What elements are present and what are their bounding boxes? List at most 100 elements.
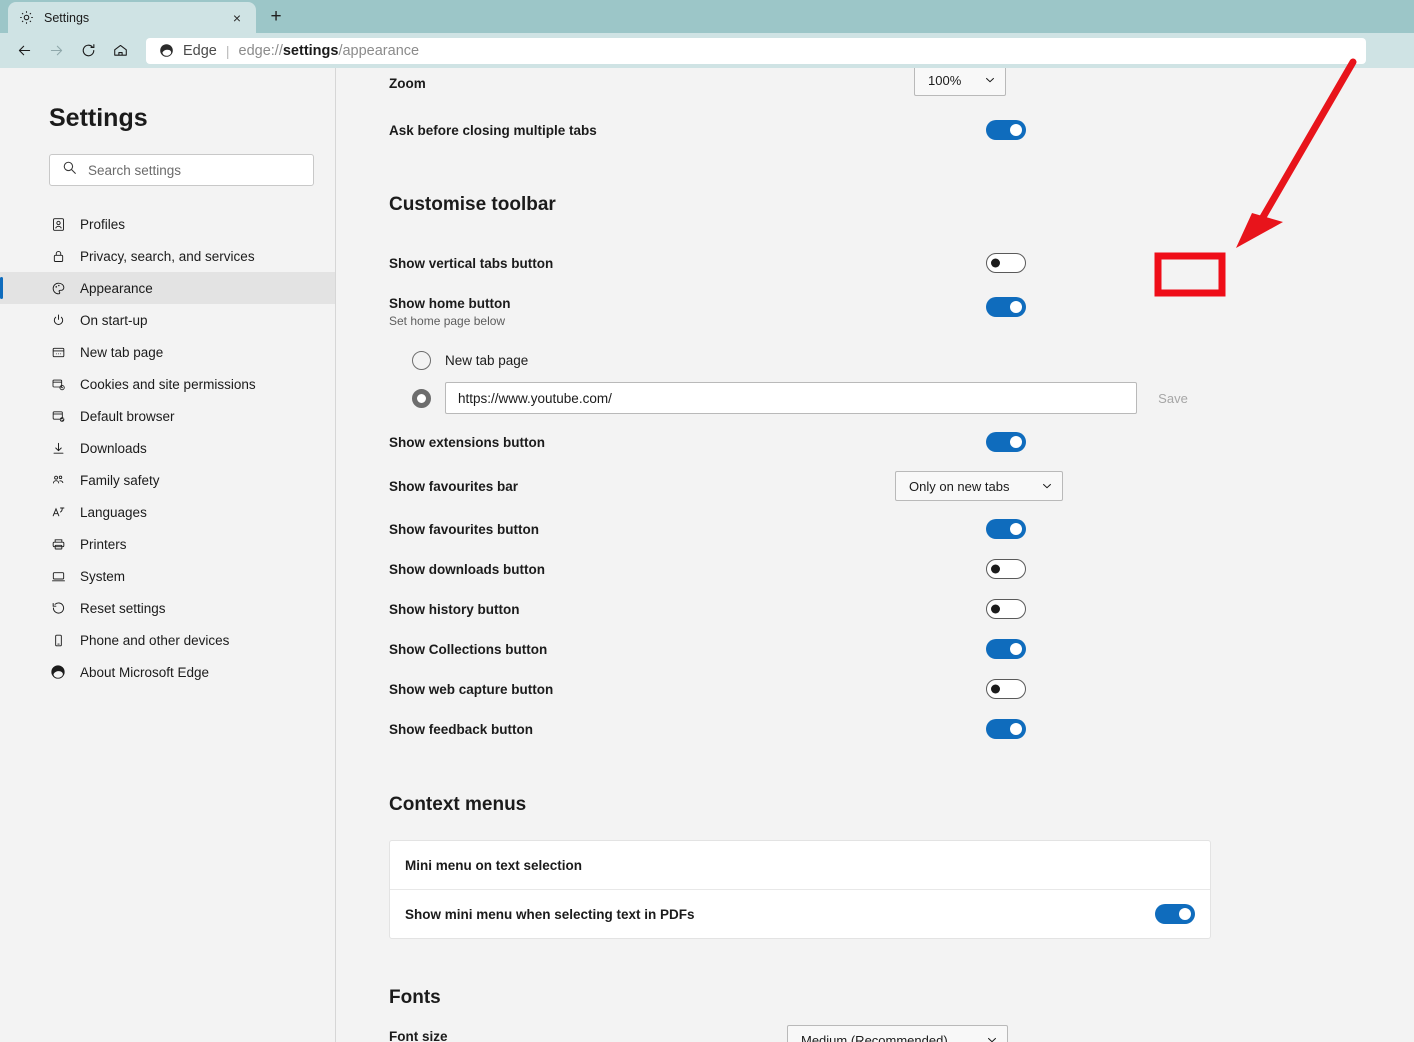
url-path: /appearance	[338, 42, 420, 59]
edge-logo-icon	[158, 42, 175, 59]
reload-icon[interactable]	[72, 36, 104, 66]
feedback-button-toggle[interactable]	[986, 719, 1026, 739]
sidebar-item-label: Phone and other devices	[80, 632, 230, 648]
omnibox-url: edge://settings/appearance	[239, 43, 420, 59]
ask-before-closing-toggle[interactable]	[986, 120, 1026, 140]
sidebar-item-family-safety[interactable]: Family safety	[0, 464, 335, 496]
history-button-toggle[interactable]	[986, 599, 1026, 619]
family-icon	[49, 471, 67, 489]
card-row-mini-menu-title: Mini menu on text selection	[390, 841, 1210, 889]
web-capture-button-label: Show web capture button	[389, 681, 554, 697]
favourites-button-label: Show favourites button	[389, 521, 539, 537]
setting-row-downloads-button: Show downloads button	[389, 549, 1211, 589]
toggle-knob	[991, 564, 1000, 574]
sidebar-item-on-startup[interactable]: On start-up	[0, 304, 335, 336]
history-button-label: Show history button	[389, 601, 520, 617]
setting-row-favourites-button: Show favourites button	[389, 509, 1211, 549]
back-arrow-icon[interactable]	[8, 36, 40, 66]
sidebar-item-cookies[interactable]: Cookies and site permissions	[0, 368, 335, 400]
chevron-down-icon	[1041, 480, 1053, 492]
section-heading-customise-toolbar: Customise toolbar	[389, 194, 556, 215]
sidebar-item-appearance[interactable]: Appearance	[0, 272, 335, 304]
downloads-button-toggle[interactable]	[986, 559, 1026, 579]
favourites-button-toggle[interactable]	[986, 519, 1026, 539]
monitor-icon	[49, 567, 67, 585]
setting-row-home-button: Show home button Set home page below	[389, 296, 1211, 336]
pdf-mini-menu-toggle[interactable]	[1155, 904, 1195, 924]
sidebar-item-label: Profiles	[80, 216, 126, 232]
font-size-dropdown[interactable]: Medium (Recommended)	[787, 1025, 1008, 1042]
section-heading-context-menus: Context menus	[389, 794, 527, 815]
setting-row-feedback-button: Show feedback button	[389, 709, 1211, 749]
browser-chrome: Settings × + Edge | edge://settings/appe…	[0, 0, 1414, 68]
sidebar-item-printers[interactable]: Printers	[0, 528, 335, 560]
home-url-value: https://www.youtube.com/	[458, 390, 612, 406]
sidebar-item-privacy[interactable]: Privacy, search, and services	[0, 240, 335, 272]
home-option-new-tab-page[interactable]: New tab page	[389, 351, 1211, 370]
sidebar-item-phone-and-devices[interactable]: Phone and other devices	[0, 624, 335, 656]
feedback-button-label: Show feedback button	[389, 721, 534, 737]
sidebar-item-default-browser[interactable]: Default browser	[0, 400, 335, 432]
setting-row-vertical-tabs: Show vertical tabs button	[389, 243, 1211, 283]
custom-url-radio[interactable]	[412, 388, 431, 408]
save-button[interactable]: Save	[1148, 383, 1198, 413]
sidebar-item-system[interactable]: System	[0, 560, 335, 592]
settings-content: Zoom 100% Ask before closing multiple ta…	[336, 68, 1414, 1042]
close-icon[interactable]: ×	[228, 9, 246, 27]
favourites-bar-value: Only on new tabs	[909, 478, 1010, 494]
collections-button-toggle[interactable]	[986, 639, 1026, 659]
setting-row-favourites-bar: Show favourites bar Only on new tabs	[389, 466, 1211, 506]
sidebar-item-label: Privacy, search, and services	[80, 248, 255, 264]
home-url-input[interactable]: https://www.youtube.com/	[445, 382, 1137, 414]
forward-arrow-icon[interactable]	[40, 36, 72, 66]
gear-icon	[18, 9, 35, 26]
toggle-knob	[1179, 908, 1191, 920]
new-tab-page-radio[interactable]	[412, 351, 431, 370]
search-input[interactable]: Search settings	[49, 154, 314, 186]
omnibox-separator: |	[225, 42, 230, 59]
sidebar-item-new-tab-page[interactable]: New tab page	[0, 336, 335, 368]
web-capture-button-toggle[interactable]	[986, 679, 1026, 699]
vertical-tabs-label: Show vertical tabs button	[389, 255, 554, 271]
omnibox-brand: Edge	[183, 42, 217, 59]
address-bar[interactable]: Edge | edge://settings/appearance	[146, 37, 1366, 64]
sidebar-item-profiles[interactable]: Profiles	[0, 208, 335, 240]
sidebar-item-reset-settings[interactable]: Reset settings	[0, 592, 335, 624]
zoom-dropdown[interactable]: 100%	[914, 68, 1006, 96]
vertical-tabs-toggle[interactable]	[986, 253, 1026, 273]
new-tab-icon	[49, 343, 67, 361]
browser-toolbar: Edge | edge://settings/appearance	[0, 33, 1414, 68]
reset-icon	[49, 599, 67, 617]
search-icon	[62, 160, 77, 180]
new-tab-button[interactable]: +	[262, 3, 290, 31]
settings-sidebar: Settings Search settings Profiles Privac…	[0, 68, 336, 1042]
sidebar-item-languages[interactable]: Languages	[0, 496, 335, 528]
sidebar-item-downloads[interactable]: Downloads	[0, 432, 335, 464]
chevron-down-icon	[986, 1034, 998, 1042]
sidebar-item-about-edge[interactable]: About Microsoft Edge	[0, 656, 335, 688]
chevron-down-icon	[984, 74, 996, 86]
home-button-label-group: Show home button Set home page below	[389, 296, 510, 328]
toggle-knob	[1010, 723, 1022, 735]
font-size-label-group: Font size The quick brown fox jumps over…	[389, 1029, 656, 1042]
toggle-knob	[1010, 301, 1022, 313]
cookies-icon	[49, 375, 67, 393]
extensions-toggle[interactable]	[986, 432, 1026, 452]
home-button-label: Show home button	[389, 296, 511, 311]
sidebar-item-label: Default browser	[80, 408, 175, 424]
sidebar-item-label: Cookies and site permissions	[80, 376, 256, 392]
tab-title: Settings	[44, 10, 90, 25]
section-heading-fonts: Fonts	[389, 987, 441, 1008]
toggle-knob	[1010, 124, 1022, 136]
home-icon[interactable]	[104, 36, 136, 66]
sidebar-item-label: Appearance	[80, 280, 153, 296]
show-home-button-toggle[interactable]	[986, 297, 1026, 317]
setting-row-ask-before-closing: Ask before closing multiple tabs	[389, 110, 1211, 150]
setting-row-collections-button: Show Collections button	[389, 629, 1211, 669]
browser-tab-settings[interactable]: Settings ×	[8, 2, 256, 33]
sidebar-item-label: Downloads	[80, 440, 147, 456]
favourites-bar-dropdown[interactable]: Only on new tabs	[895, 471, 1063, 501]
font-size-value: Medium (Recommended)	[801, 1032, 948, 1042]
search-placeholder: Search settings	[88, 162, 182, 178]
home-option-custom-url: https://www.youtube.com/ Save	[389, 382, 1211, 414]
